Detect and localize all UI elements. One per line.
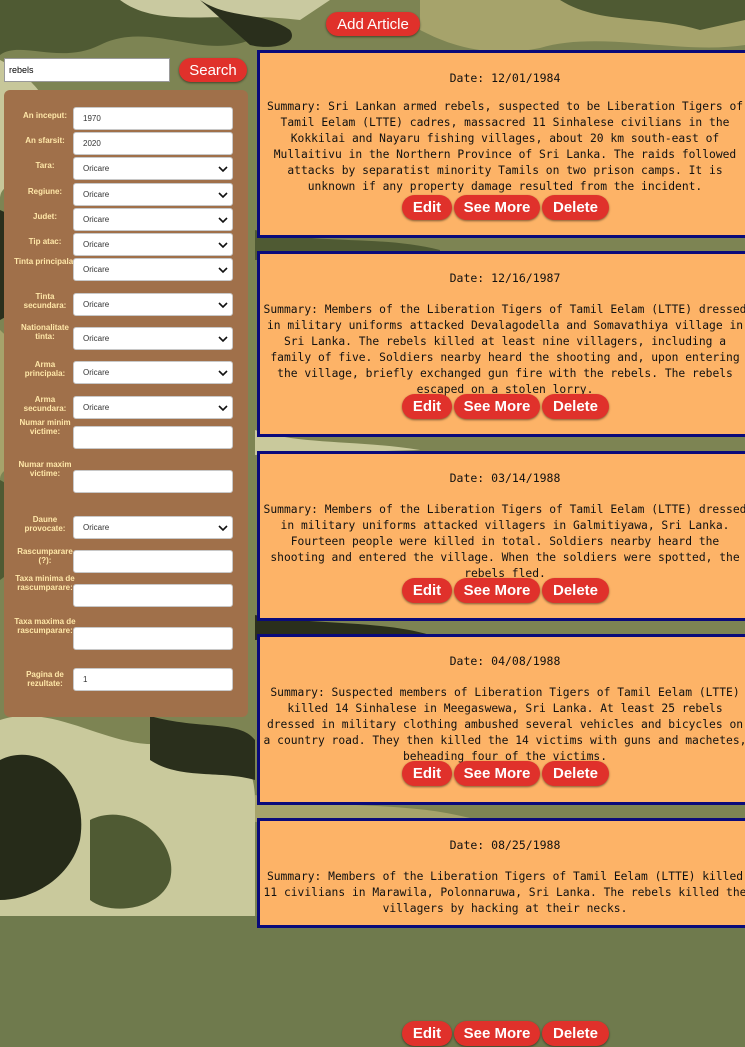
filter-label-regiune: Regiune: (27, 187, 63, 196)
filter-label-arma-secundara: Arma secundara: (23, 395, 67, 413)
article-card: Date: 03/14/1988 Summary: Members of the … (257, 451, 745, 621)
article-summary: Summary: Sri Lankan armed rebels, suspec… (266, 100, 744, 193)
filter-select-judet[interactable]: Oricare (73, 208, 233, 231)
chevron-down-icon (218, 166, 228, 173)
filter-value: Oricare (83, 523, 110, 532)
filter-select-nationalitate-tinta[interactable]: Oricare (73, 327, 233, 350)
filter-label-taxa-minima: Taxa minima de rascumparare: (15, 574, 75, 592)
article-date: Date: 12/16/1987 (449, 271, 561, 285)
article-date: Date: 08/25/1988 (449, 838, 561, 852)
filter-select-tip-atac[interactable]: Oricare (73, 233, 233, 256)
edit-button[interactable]: Edit (402, 195, 452, 220)
filter-panel: An inceput: 1970 An sfarsit: 2020 Tara: Orica… (4, 90, 248, 717)
filter-label-daune-provocate: Daune provocate: (24, 515, 66, 533)
filter-value: 1 (83, 675, 88, 684)
see-more-button[interactable]: See More (454, 578, 540, 603)
filter-value: Oricare (83, 403, 110, 412)
filter-input-taxa-minima[interactable] (73, 584, 233, 607)
filter-select-arma-secundara[interactable]: Oricare (73, 396, 233, 419)
search-input[interactable]: rebels (4, 58, 170, 82)
chevron-down-icon (218, 217, 228, 224)
filter-value: Oricare (83, 334, 110, 343)
filter-value: 1970 (83, 114, 101, 123)
see-more-button[interactable]: See More (454, 1021, 540, 1046)
filter-label-nationalitate-tinta: Nationalitate tinta: (20, 323, 69, 341)
filter-label-tip-atac: Tip atac: (28, 237, 62, 246)
filter-label-taxa-maxima: Taxa maxima de rascumparare: (14, 617, 76, 635)
filter-value: 2020 (83, 139, 101, 148)
filter-label-tinta-secundara: Tinta secundara: (23, 292, 67, 310)
delete-button[interactable]: Delete (542, 761, 609, 786)
search-input-value: rebels (9, 65, 34, 75)
filter-select-arma-principala[interactable]: Oricare (73, 361, 233, 384)
delete-button[interactable]: Delete (542, 1021, 609, 1046)
filter-select-regiune[interactable]: Oricare (73, 183, 233, 206)
article-summary: Summary: Members of the Liberation Tiger… (263, 870, 745, 915)
chevron-down-icon (218, 192, 228, 199)
filter-select-tinta-principala[interactable]: Oricare (73, 258, 233, 281)
filter-select-tinta-secundara[interactable]: Oricare (73, 293, 233, 316)
article-card: Date: 12/01/1984 Summary: Sri Lankan arme… (257, 50, 745, 238)
delete-button[interactable]: Delete (542, 394, 609, 419)
delete-button[interactable]: Delete (542, 578, 609, 603)
filter-label-pagina: Pagina de rezultate: (26, 670, 64, 688)
filter-value: Oricare (83, 164, 110, 173)
filter-value: Oricare (83, 368, 110, 377)
chevron-down-icon (218, 267, 228, 274)
filter-label-an-inceput: An inceput: (23, 111, 67, 120)
chevron-down-icon (218, 336, 228, 343)
filter-label-numar-maxim-victime: Numar maxim victime: (18, 460, 72, 478)
filter-value: Oricare (83, 265, 110, 274)
filter-select-tara[interactable]: Oricare (73, 157, 233, 180)
chevron-down-icon (218, 370, 228, 377)
filter-label-numar-minim-victime: Numar minim victime: (19, 418, 71, 436)
article-summary: Summary: Members of the Liberation Tiger… (263, 303, 745, 396)
article-summary: Summary: Suspected members of Liberation… (263, 686, 745, 763)
filter-input-numar-maxim-victime[interactable] (73, 470, 233, 493)
article-date: Date: 12/01/1984 (449, 71, 561, 85)
chevron-down-icon (218, 405, 228, 412)
article-summary: Summary: Members of the Liberation Tiger… (263, 503, 745, 580)
chevron-down-icon (218, 242, 228, 249)
article-date: Date: 03/14/1988 (449, 471, 561, 485)
filter-input-an-sfarsit[interactable]: 2020 (73, 132, 233, 155)
see-more-button[interactable]: See More (454, 394, 540, 419)
edit-button[interactable]: Edit (402, 1021, 452, 1046)
filter-input-pagina[interactable]: 1 (73, 668, 233, 691)
see-more-button[interactable]: See More (454, 761, 540, 786)
search-button[interactable]: Search (179, 58, 247, 82)
filter-value: Oricare (83, 300, 110, 309)
filter-label-arma-principala: Arma principala: (24, 360, 66, 378)
filter-input-numar-minim-victime[interactable] (73, 426, 233, 449)
filter-label-tinta-principala: Tinta principala: (14, 257, 76, 266)
article-date: Date: 04/08/1988 (449, 654, 561, 668)
filter-label-tara: Tara: (35, 161, 55, 170)
filter-value: Oricare (83, 240, 110, 249)
edit-button[interactable]: Edit (402, 394, 452, 419)
filter-input-taxa-maxima[interactable] (73, 627, 233, 650)
see-more-button[interactable]: See More (454, 195, 540, 220)
delete-button[interactable]: Delete (542, 195, 609, 220)
filter-value: Oricare (83, 190, 110, 199)
article-card: Date: 08/25/1988 Summary: Members of the … (257, 818, 745, 1046)
filter-label-an-sfarsit: An sfarsit: (25, 136, 65, 145)
filter-select-daune-provocate[interactable]: Oricare (73, 516, 233, 539)
edit-button[interactable]: Edit (402, 761, 452, 786)
filter-input-rascumparare[interactable] (73, 550, 233, 573)
filter-value: Oricare (83, 215, 110, 224)
chevron-down-icon (218, 302, 228, 309)
edit-button[interactable]: Edit (402, 578, 452, 603)
filter-label-judet: Judet: (33, 212, 57, 221)
add-article-button[interactable]: Add Article (326, 12, 420, 36)
article-card: Date: 12/16/1987 Summary: Members of the … (257, 251, 745, 437)
article-card: Date: 04/08/1988 Summary: Suspected membe… (257, 634, 745, 805)
filter-input-an-inceput[interactable]: 1970 (73, 107, 233, 130)
chevron-down-icon (218, 525, 228, 532)
filter-label-rascumparare: Rascumparare (?): (17, 547, 73, 565)
